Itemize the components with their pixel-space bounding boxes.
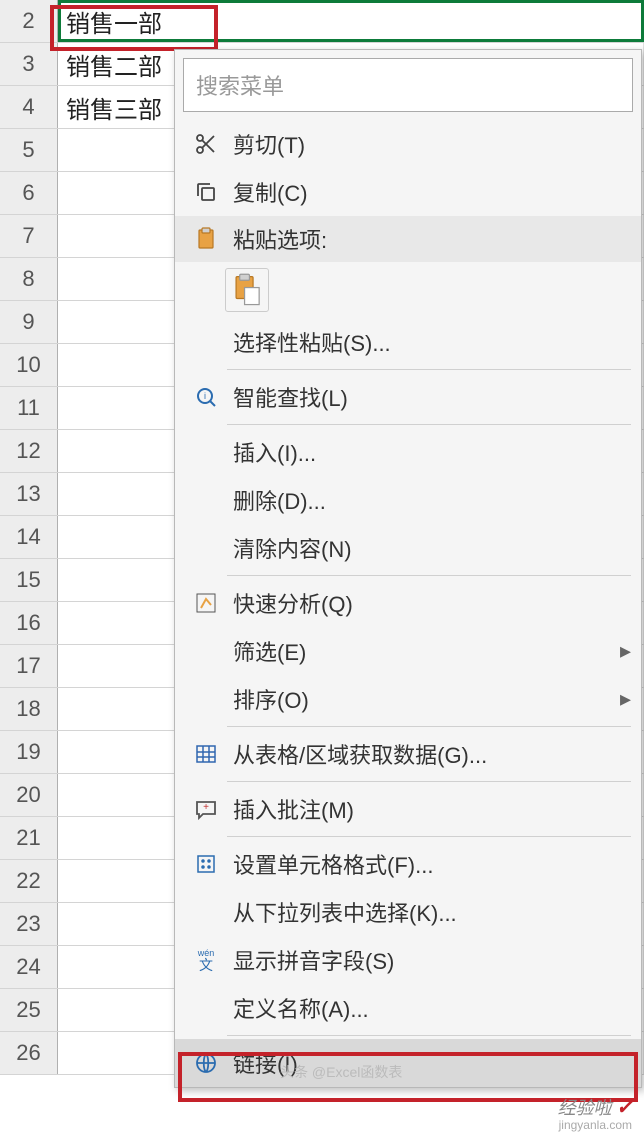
menu-label: 显示拼音字段(S): [227, 944, 631, 976]
menu-get-data[interactable]: 从表格/区域获取数据(G)...: [175, 730, 641, 778]
menu-label: 快速分析(Q): [227, 587, 631, 619]
row-header[interactable]: 9: [0, 301, 58, 343]
context-menu: 搜索菜单 剪切(T) 复制(C) 粘贴选项: 选择性粘贴(S)... i 智能查…: [174, 49, 642, 1088]
menu-format-cells[interactable]: 设置单元格格式(F)...: [175, 840, 641, 888]
row-header[interactable]: 4: [0, 86, 58, 128]
copy-icon: [185, 180, 227, 204]
toutiao-watermark: 头条 @Excel函数表: [280, 1062, 402, 1082]
table-icon: [185, 742, 227, 766]
menu-cut[interactable]: 剪切(T): [175, 120, 641, 168]
row-header[interactable]: 23: [0, 903, 58, 945]
menu-filter[interactable]: 筛选(E) ▸: [175, 627, 641, 675]
menu-paste-special[interactable]: 选择性粘贴(S)...: [175, 318, 641, 366]
chevron-right-icon: ▸: [611, 638, 631, 664]
row-header[interactable]: 26: [0, 1032, 58, 1074]
menu-divider: [227, 781, 631, 782]
row-header[interactable]: 5: [0, 129, 58, 171]
menu-quick-analysis[interactable]: 快速分析(Q): [175, 579, 641, 627]
menu-insert[interactable]: 插入(I)...: [175, 428, 641, 476]
row-header[interactable]: 25: [0, 989, 58, 1031]
search-icon: i: [185, 385, 227, 409]
menu-divider: [227, 424, 631, 425]
menu-label: 插入(I)...: [227, 436, 631, 468]
row-header[interactable]: 17: [0, 645, 58, 687]
row-header[interactable]: 13: [0, 473, 58, 515]
pinyin-icon: wén文: [185, 946, 227, 974]
svg-text:i: i: [204, 391, 206, 401]
row-header[interactable]: 20: [0, 774, 58, 816]
menu-label: 粘贴选项:: [227, 223, 631, 255]
menu-insert-comment[interactable]: + 插入批注(M): [175, 785, 641, 833]
menu-divider: [227, 575, 631, 576]
menu-smart-lookup[interactable]: i 智能查找(L): [175, 373, 641, 421]
menu-label: 定义名称(A)...: [227, 992, 631, 1024]
menu-search-input[interactable]: 搜索菜单: [183, 58, 633, 112]
menu-label: 筛选(E): [227, 635, 611, 667]
format-icon: [185, 852, 227, 876]
menu-define-name[interactable]: 定义名称(A)...: [175, 984, 641, 1032]
row-header[interactable]: 10: [0, 344, 58, 386]
row-header[interactable]: 24: [0, 946, 58, 988]
menu-label: 从下拉列表中选择(K)...: [227, 896, 631, 928]
menu-divider: [227, 369, 631, 370]
menu-sort[interactable]: 排序(O) ▸: [175, 675, 641, 723]
watermark-url: jingyanla.com: [559, 1118, 632, 1132]
svg-text:文: 文: [199, 957, 213, 973]
scissors-icon: [185, 132, 227, 156]
row-header[interactable]: 3: [0, 43, 58, 85]
menu-label: 删除(D)...: [227, 484, 631, 516]
menu-label: 剪切(T): [227, 128, 631, 160]
menu-link[interactable]: 链接(I): [175, 1039, 641, 1087]
row-header[interactable]: 19: [0, 731, 58, 773]
menu-show-pinyin[interactable]: wén文 显示拼音字段(S): [175, 936, 641, 984]
menu-paste-options[interactable]: 粘贴选项:: [175, 216, 641, 262]
chevron-right-icon: ▸: [611, 686, 631, 712]
menu-delete[interactable]: 删除(D)...: [175, 476, 641, 524]
paste-default-option[interactable]: [175, 262, 641, 318]
row-header[interactable]: 15: [0, 559, 58, 601]
menu-clear-contents[interactable]: 清除内容(N): [175, 524, 641, 572]
menu-label: 插入批注(M): [227, 793, 631, 825]
watermark-text: 经验啦: [558, 1094, 612, 1120]
menu-copy[interactable]: 复制(C): [175, 168, 641, 216]
menu-divider: [227, 726, 631, 727]
check-icon: ✓: [616, 1094, 634, 1120]
row-header[interactable]: 16: [0, 602, 58, 644]
row-header[interactable]: 18: [0, 688, 58, 730]
menu-divider: [227, 836, 631, 837]
row-header[interactable]: 7: [0, 215, 58, 257]
link-icon: [185, 1051, 227, 1075]
row-header[interactable]: 2: [0, 0, 58, 42]
menu-label: 设置单元格格式(F)...: [227, 848, 631, 880]
clipboard-paste-icon: [225, 268, 269, 312]
row-header[interactable]: 8: [0, 258, 58, 300]
watermark: 经验啦 ✓: [558, 1094, 634, 1120]
row-header[interactable]: 22: [0, 860, 58, 902]
menu-pick-from-list[interactable]: 从下拉列表中选择(K)...: [175, 888, 641, 936]
menu-divider: [227, 1035, 631, 1036]
row-header[interactable]: 21: [0, 817, 58, 859]
menu-label: 智能查找(L): [227, 381, 631, 413]
menu-label: 清除内容(N): [227, 532, 631, 564]
row-header[interactable]: 11: [0, 387, 58, 429]
svg-text:+: +: [203, 802, 209, 813]
comment-icon: +: [185, 797, 227, 821]
clipboard-icon: [185, 227, 227, 251]
cell-b2-editing[interactable]: 销售一部: [58, 0, 644, 42]
row-header[interactable]: 6: [0, 172, 58, 214]
row-header[interactable]: 12: [0, 430, 58, 472]
menu-label: 排序(O): [227, 683, 611, 715]
menu-label: 复制(C): [227, 176, 631, 208]
menu-label: 从表格/区域获取数据(G)...: [227, 738, 631, 770]
row-header[interactable]: 14: [0, 516, 58, 558]
quick-analysis-icon: [185, 591, 227, 615]
menu-label: 选择性粘贴(S)...: [227, 326, 631, 358]
